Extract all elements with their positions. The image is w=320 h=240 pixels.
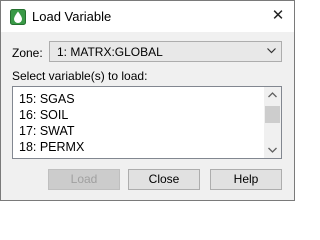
list-item[interactable]: 18: PERMX: [13, 139, 265, 155]
help-button[interactable]: Help: [210, 169, 282, 190]
chevron-down-icon[interactable]: [264, 141, 281, 158]
window-title: Load Variable: [32, 9, 112, 24]
chevron-down-icon: [267, 48, 276, 54]
variables-listbox[interactable]: 15: SGAS 16: SOIL 17: SWAT 18: PERMX: [12, 86, 282, 159]
vertical-scrollbar[interactable]: [264, 87, 281, 158]
list-item[interactable]: 16: SOIL: [13, 107, 265, 123]
load-button[interactable]: Load: [48, 169, 120, 190]
zone-label: Zone:: [12, 46, 43, 60]
zone-selected-value: 1: MATRX:GLOBAL: [57, 45, 163, 59]
close-button[interactable]: Close: [128, 169, 200, 190]
list-item[interactable]: 15: SGAS: [13, 91, 265, 107]
droplet-icon: [10, 9, 26, 25]
zone-select[interactable]: 1: MATRX:GLOBAL: [49, 41, 282, 62]
variables-list: 15: SGAS 16: SOIL 17: SWAT 18: PERMX: [13, 91, 265, 155]
title-bar: Load Variable ✕: [1, 1, 294, 32]
load-variable-dialog: Load Variable ✕ Zone: 1: MATRX:GLOBAL Se…: [0, 0, 295, 201]
list-item[interactable]: 17: SWAT: [13, 123, 265, 139]
chevron-up-icon[interactable]: [264, 87, 281, 104]
scrollbar-thumb[interactable]: [265, 106, 280, 123]
variables-label: Select variable(s) to load:: [12, 69, 148, 83]
close-icon[interactable]: ✕: [266, 5, 290, 27]
